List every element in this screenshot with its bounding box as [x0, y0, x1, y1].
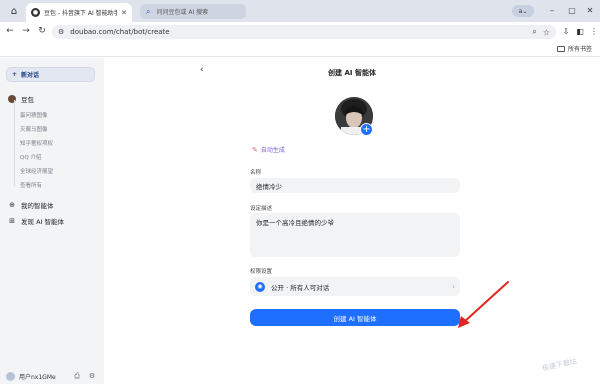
- name-label: 名称: [250, 170, 262, 176]
- history-item[interactable]: QQ 介绍: [20, 153, 41, 161]
- permission-value: 公开 · 所有人可对话: [271, 283, 330, 292]
- back-arrow-icon[interactable]: ←: [4, 25, 16, 37]
- description-label: 设定描述: [250, 206, 273, 212]
- sidebar: + 新对话 豆包 蛋问猜图像 灭蔑马图像 知乎奢权项权 QQ 介绍 全球经济展望…: [0, 58, 104, 384]
- user-avatar: [6, 372, 15, 381]
- discover-label: 发现 AI 智能体: [21, 218, 64, 226]
- user-name: 用户nx1GMe: [19, 374, 56, 381]
- page-title: 创建 AI 智能体: [328, 69, 376, 77]
- create-agent-label: 创建 AI 智能体: [333, 314, 377, 323]
- all-bookmarks-label: 所有书签: [567, 46, 592, 53]
- home-icon[interactable]: ⌂: [6, 4, 22, 18]
- avatar-upload-plus-icon[interactable]: +: [360, 123, 373, 136]
- tab-title: 豆包 - 抖音旗下 AI 智能助手: [44, 10, 118, 17]
- browser-tab-strip: ⌂ ● 豆包 - 抖音旗下 AI 智能助手 ✕ ⌕ 问问豆包或 AI 搜索 a ⌄…: [0, 0, 600, 22]
- chevron-right-icon: ›: [452, 282, 455, 291]
- permission-select[interactable]: ◉ 公开 · 所有人可对话 ›: [250, 277, 460, 296]
- new-chat-button[interactable]: + 新对话: [6, 67, 95, 82]
- plus-icon: +: [12, 71, 18, 78]
- active-tab[interactable]: ● 豆包 - 抖音旗下 AI 智能助手 ✕: [26, 3, 132, 22]
- view-all-link[interactable]: 查看所有: [20, 181, 42, 189]
- history-item[interactable]: 灭蔑马图像: [20, 125, 48, 133]
- sidebar-item-my-agents[interactable]: ⊕ 我的智能体: [8, 200, 54, 210]
- settings-icon[interactable]: ⚙: [87, 371, 97, 381]
- permission-label: 权限设置: [250, 269, 273, 275]
- bookmark-star-icon[interactable]: ☆: [543, 28, 550, 37]
- user-profile[interactable]: 用户nx1GMe: [6, 372, 56, 381]
- agent-icon: ⊕: [9, 201, 15, 209]
- grid-icon: ⊞: [9, 217, 15, 225]
- profile-label: a: [518, 7, 523, 15]
- maximize-icon[interactable]: ▢: [566, 4, 578, 17]
- main-panel: ‹ 创建 AI 智能体 + ✎ 自动生成 名称 绝情冷少 设定描述 你是一个高冷…: [104, 58, 600, 384]
- close-icon[interactable]: ✕: [121, 9, 127, 17]
- sidebar-item-doubao[interactable]: 豆包: [8, 94, 34, 104]
- url-text: doubao.com/chat/bot/create: [70, 28, 170, 36]
- bookmark-bar: 所有书签: [0, 41, 600, 57]
- my-agents-label: 我的智能体: [21, 202, 54, 210]
- tab-search-box[interactable]: ⌕ 问问豆包或 AI 搜索: [140, 4, 246, 19]
- doubao-favicon-icon: ●: [31, 8, 40, 17]
- create-agent-button[interactable]: 创建 AI 智能体: [250, 309, 460, 326]
- site-info-icon[interactable]: ⚙: [58, 28, 64, 36]
- watermark-logo: 极速下载站: [541, 357, 578, 373]
- download-icon[interactable]: ⇩: [560, 25, 572, 37]
- name-value: 绝情冷少: [256, 183, 282, 191]
- browser-toolbar: ← → ↻ ⚙ doubao.com/chat/bot/create ⌕ ☆ ⇩…: [0, 22, 600, 41]
- download-app-icon[interactable]: ⎙: [72, 371, 82, 381]
- tab-search-text: 问问豆包或 AI 搜索: [156, 9, 209, 16]
- folder-icon: [556, 45, 565, 52]
- auto-generate-label: 自动生成: [260, 147, 285, 154]
- menu-icon[interactable]: ⋮: [588, 25, 600, 37]
- minimize-icon[interactable]: –: [546, 4, 558, 17]
- address-bar[interactable]: ⚙ doubao.com/chat/bot/create ⌕ ☆: [52, 25, 556, 39]
- profile-chip[interactable]: a ⌄: [512, 5, 534, 17]
- globe-icon: ◉: [255, 281, 265, 292]
- description-value: 你是一个高冷且绝情的少爷: [256, 219, 334, 227]
- name-input[interactable]: 绝情冷少: [250, 178, 460, 193]
- new-chat-label: 新对话: [21, 72, 40, 79]
- history-item[interactable]: 蛋问猜图像: [20, 111, 48, 119]
- zoom-icon[interactable]: ⌕: [532, 27, 536, 37]
- history-item[interactable]: 知乎奢权项权: [20, 139, 53, 147]
- search-icon: ⌕: [146, 6, 151, 16]
- description-textarea[interactable]: 你是一个高冷且绝情的少爷: [250, 213, 460, 257]
- history-item[interactable]: 全球经济展望: [20, 167, 53, 175]
- auto-generate-button[interactable]: ✎ 自动生成: [252, 145, 285, 155]
- sidepanel-icon[interactable]: ◧: [574, 25, 586, 37]
- sidebar-bot-name: 豆包: [21, 96, 34, 104]
- all-bookmarks-button[interactable]: 所有书签: [556, 44, 592, 53]
- magic-wand-icon: ✎: [252, 145, 258, 154]
- history-divider: [14, 100, 15, 186]
- reload-icon[interactable]: ↻: [36, 25, 48, 37]
- sidebar-item-discover[interactable]: ⊞ 发现 AI 智能体: [8, 216, 64, 226]
- forward-arrow-icon[interactable]: →: [20, 25, 32, 37]
- window-close-icon[interactable]: ✕: [584, 4, 596, 17]
